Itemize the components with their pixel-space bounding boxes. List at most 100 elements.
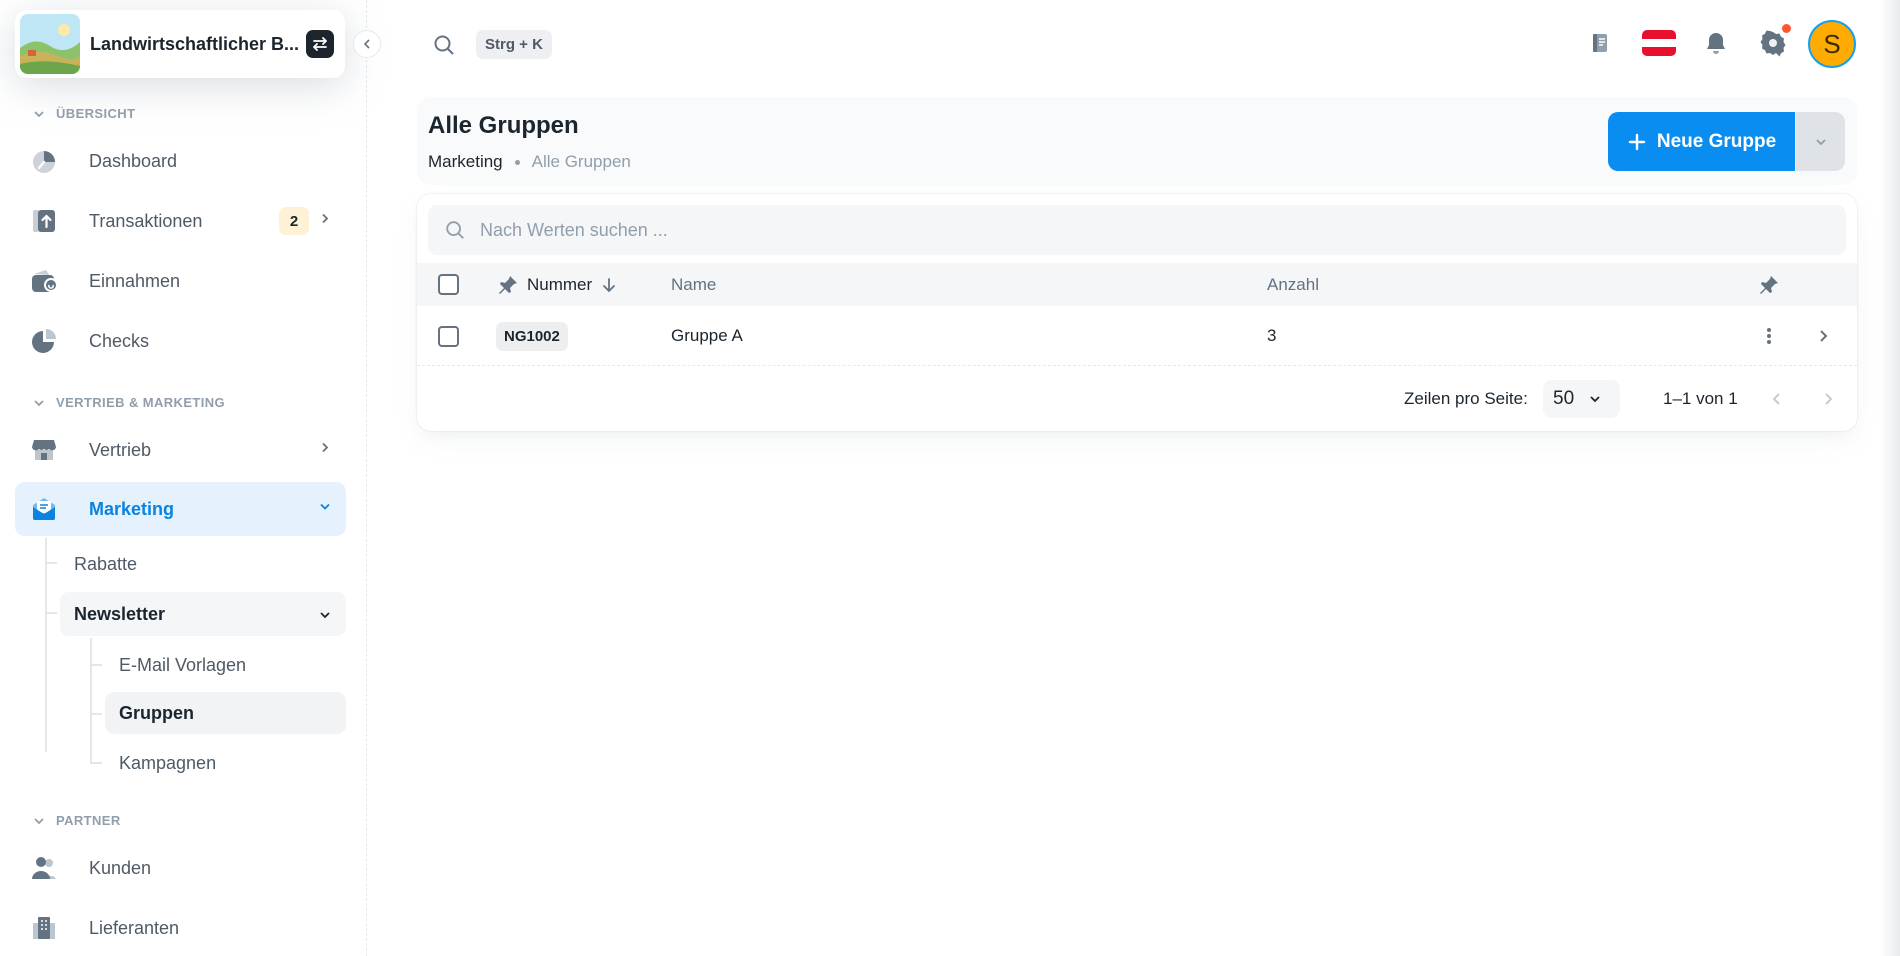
arrow-down-icon[interactable] [600, 276, 618, 294]
page-title: Alle Gruppen [428, 112, 579, 139]
workspace-logo [20, 14, 80, 74]
sidebar-item-label: Dashboard [89, 150, 178, 171]
section-title: ÜBERSICHT [56, 106, 136, 121]
previous-page-button[interactable] [1762, 384, 1792, 414]
column-anzahl[interactable]: Anzahl [1267, 263, 1319, 306]
avatar[interactable]: S [1808, 20, 1856, 68]
chevron-right-icon [318, 212, 332, 231]
sidebar-subitem-email-vorlagen[interactable]: E-Mail Vorlagen [105, 644, 346, 686]
sidebar-item-marketing[interactable]: Marketing [15, 482, 346, 536]
cell-nummer: NG1002 [496, 306, 568, 366]
sidebar-subitem-newsletter[interactable]: Newsletter [60, 592, 346, 636]
tree-line [90, 638, 92, 762]
cell-name: Gruppe A [671, 326, 743, 345]
notification-dot [1782, 24, 1791, 33]
flag-austria-icon[interactable] [1641, 26, 1677, 60]
next-page-button[interactable] [1813, 384, 1843, 414]
new-group-dropdown-button[interactable] [1796, 112, 1845, 171]
section-sales-marketing[interactable]: VERTRIEB & MARKETING [32, 395, 225, 410]
checkbox[interactable] [438, 274, 459, 295]
workspace-name: Landwirtschaftlicher B... [90, 33, 300, 54]
sidebar-subitem-rabatte[interactable]: Rabatte [60, 544, 346, 584]
table-row[interactable]: NG1002 Gruppe A 3 [417, 306, 1857, 366]
number-chip: NG1002 [496, 321, 568, 351]
chevron-down-icon [318, 606, 332, 627]
building-icon [30, 914, 58, 942]
rows-per-page-label: Zeilen pro Seite: [1404, 389, 1528, 408]
sidebar-item-transaktionen[interactable]: Transaktionen 2 [15, 194, 346, 248]
rows-per-page-value: 50 [1553, 388, 1575, 409]
pie-chart-icon [30, 327, 58, 355]
chevron-down-icon [1815, 138, 1826, 145]
users-icon [30, 854, 58, 882]
new-group-button[interactable]: Neue Gruppe [1608, 112, 1795, 171]
sidebar-item-dashboard[interactable]: Dashboard [15, 134, 346, 188]
section-partner[interactable]: PARTNER [32, 813, 121, 828]
sidebar-subitem-gruppen[interactable]: Gruppen [105, 692, 346, 734]
breadcrumb-link[interactable]: Marketing [428, 152, 503, 172]
groups-table-card: Nummer Name Anzahl NG1002 Gruppe A 3 Zei… [417, 194, 1857, 431]
select-all-checkbox[interactable] [438, 263, 459, 306]
sidebar-item-kunden[interactable]: Kunden [15, 841, 346, 895]
workspace-switcher[interactable]: Landwirtschaftlicher B... [15, 10, 345, 78]
chevron-down-icon [34, 110, 44, 117]
swap-icon[interactable] [306, 30, 334, 58]
row-checkbox[interactable] [438, 306, 459, 366]
search-icon[interactable] [432, 33, 456, 57]
store-icon [30, 436, 58, 464]
subitem-label: Newsletter [74, 603, 166, 624]
sidebar-item-label: Marketing [89, 498, 175, 519]
column-label: Anzahl [1267, 274, 1319, 294]
sidebar-item-vertrieb[interactable]: Vertrieb [15, 423, 346, 477]
search-icon [446, 221, 464, 239]
pagination-range: 1–1 von 1 [1663, 389, 1738, 408]
tree-line [45, 612, 57, 614]
pin-icon[interactable] [497, 274, 519, 296]
sidebar-item-label: Vertrieb [89, 439, 152, 460]
search-input[interactable] [480, 219, 1780, 241]
subitem-label: Gruppen [119, 702, 194, 723]
plus-icon [1628, 133, 1646, 150]
pin-column-button[interactable] [1758, 263, 1780, 306]
collapse-sidebar-button[interactable] [353, 30, 381, 58]
column-name[interactable]: Name [671, 263, 716, 306]
sidebar: Landwirtschaftlicher B... ÜBERSICHT Dash… [0, 0, 367, 956]
section-title: VERTRIEB & MARKETING [56, 395, 226, 410]
subitem-label: Kampagnen [119, 752, 217, 773]
cell-anzahl: 3 [1267, 326, 1277, 345]
tree-line [90, 664, 102, 666]
book-icon[interactable] [1583, 26, 1617, 60]
sidebar-item-checks[interactable]: Checks [15, 314, 346, 368]
chevron-right-icon[interactable] [1815, 306, 1831, 366]
new-group-label: Neue Gruppe [1656, 130, 1777, 152]
section-overview[interactable]: ÜBERSICHT [32, 106, 135, 121]
section-title: PARTNER [56, 813, 121, 828]
column-label: Name [671, 274, 717, 294]
sidebar-subitem-kampagnen[interactable]: Kampagnen [105, 742, 346, 784]
tree-line [90, 762, 102, 764]
wallet-icon [30, 267, 58, 295]
column-nummer[interactable]: Nummer [497, 263, 618, 306]
chevron-right-icon [1825, 393, 1833, 405]
column-label: Nummer [527, 274, 593, 294]
tree-line [90, 713, 102, 715]
sidebar-item-label: Checks [89, 330, 150, 351]
tree-line [45, 562, 57, 564]
chevron-right-icon [318, 441, 332, 460]
sidebar-item-label: Transaktionen [89, 210, 203, 231]
table-search[interactable] [428, 205, 1846, 255]
global-search[interactable]: Strg + K [432, 30, 552, 59]
sidebar-item-einnahmen[interactable]: Einnahmen [15, 254, 346, 308]
pin-icon[interactable] [1758, 274, 1780, 296]
checkbox[interactable] [438, 325, 459, 347]
sidebar-item-lieferanten[interactable]: Lieferanten [15, 901, 346, 955]
window-edge-shadow [1880, 0, 1900, 956]
mail-inbox-icon [30, 495, 58, 523]
dashboard-icon [30, 147, 58, 175]
count-badge: 2 [279, 207, 309, 235]
upload-document-icon [30, 207, 58, 235]
rows-per-page-select[interactable]: 50 [1543, 380, 1620, 418]
more-vertical-icon[interactable] [1759, 306, 1779, 366]
bell-icon[interactable] [1699, 26, 1733, 60]
chevron-down-icon [34, 817, 44, 824]
